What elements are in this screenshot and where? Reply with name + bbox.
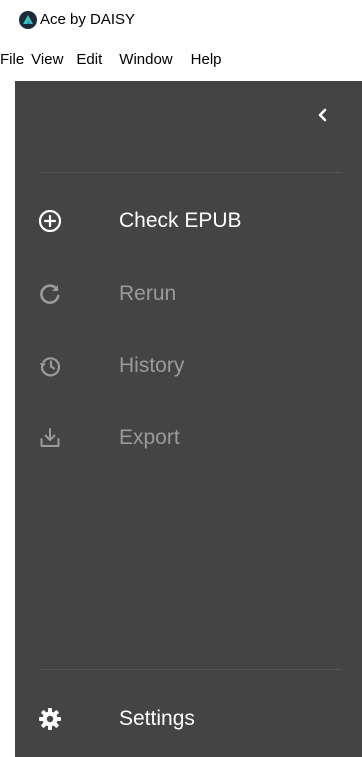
- nav-check-epub[interactable]: Check EPUB: [15, 195, 362, 247]
- plus-circle-icon: [37, 208, 63, 234]
- menu-edit[interactable]: Edit: [76, 48, 119, 72]
- title-bar: Ace by DAISY: [0, 0, 362, 40]
- nav-label-rerun: Rerun: [119, 282, 177, 305]
- nav-label-export: Export: [119, 426, 180, 449]
- menu-help[interactable]: Help: [191, 48, 229, 72]
- top-divider: [40, 172, 342, 173]
- gear-icon: [37, 706, 63, 732]
- menu-file[interactable]: File: [0, 48, 31, 72]
- nav-export[interactable]: Export: [15, 412, 362, 464]
- chevron-left-icon: [318, 108, 327, 122]
- collapse-sidebar-button[interactable]: [311, 103, 335, 127]
- nav-settings[interactable]: Settings: [15, 693, 362, 745]
- history-icon: [37, 353, 63, 379]
- nav-label-settings: Settings: [119, 707, 195, 730]
- refresh-icon: [37, 281, 63, 307]
- bottom-divider: [40, 669, 342, 670]
- window-title: Ace by DAISY: [40, 11, 136, 28]
- download-icon: [37, 425, 63, 451]
- nav-label-check-epub: Check EPUB: [119, 209, 242, 232]
- nav-rerun[interactable]: Rerun: [15, 268, 362, 320]
- sidebar: Check EPUB Rerun History Export Settings: [15, 81, 362, 757]
- ace-logo-icon: [19, 11, 37, 29]
- menu-bar: File View Edit Window Help: [0, 48, 362, 72]
- menu-view[interactable]: View: [31, 48, 76, 72]
- menu-window[interactable]: Window: [119, 48, 190, 72]
- nav-label-history: History: [119, 354, 185, 377]
- nav-history[interactable]: History: [15, 340, 362, 392]
